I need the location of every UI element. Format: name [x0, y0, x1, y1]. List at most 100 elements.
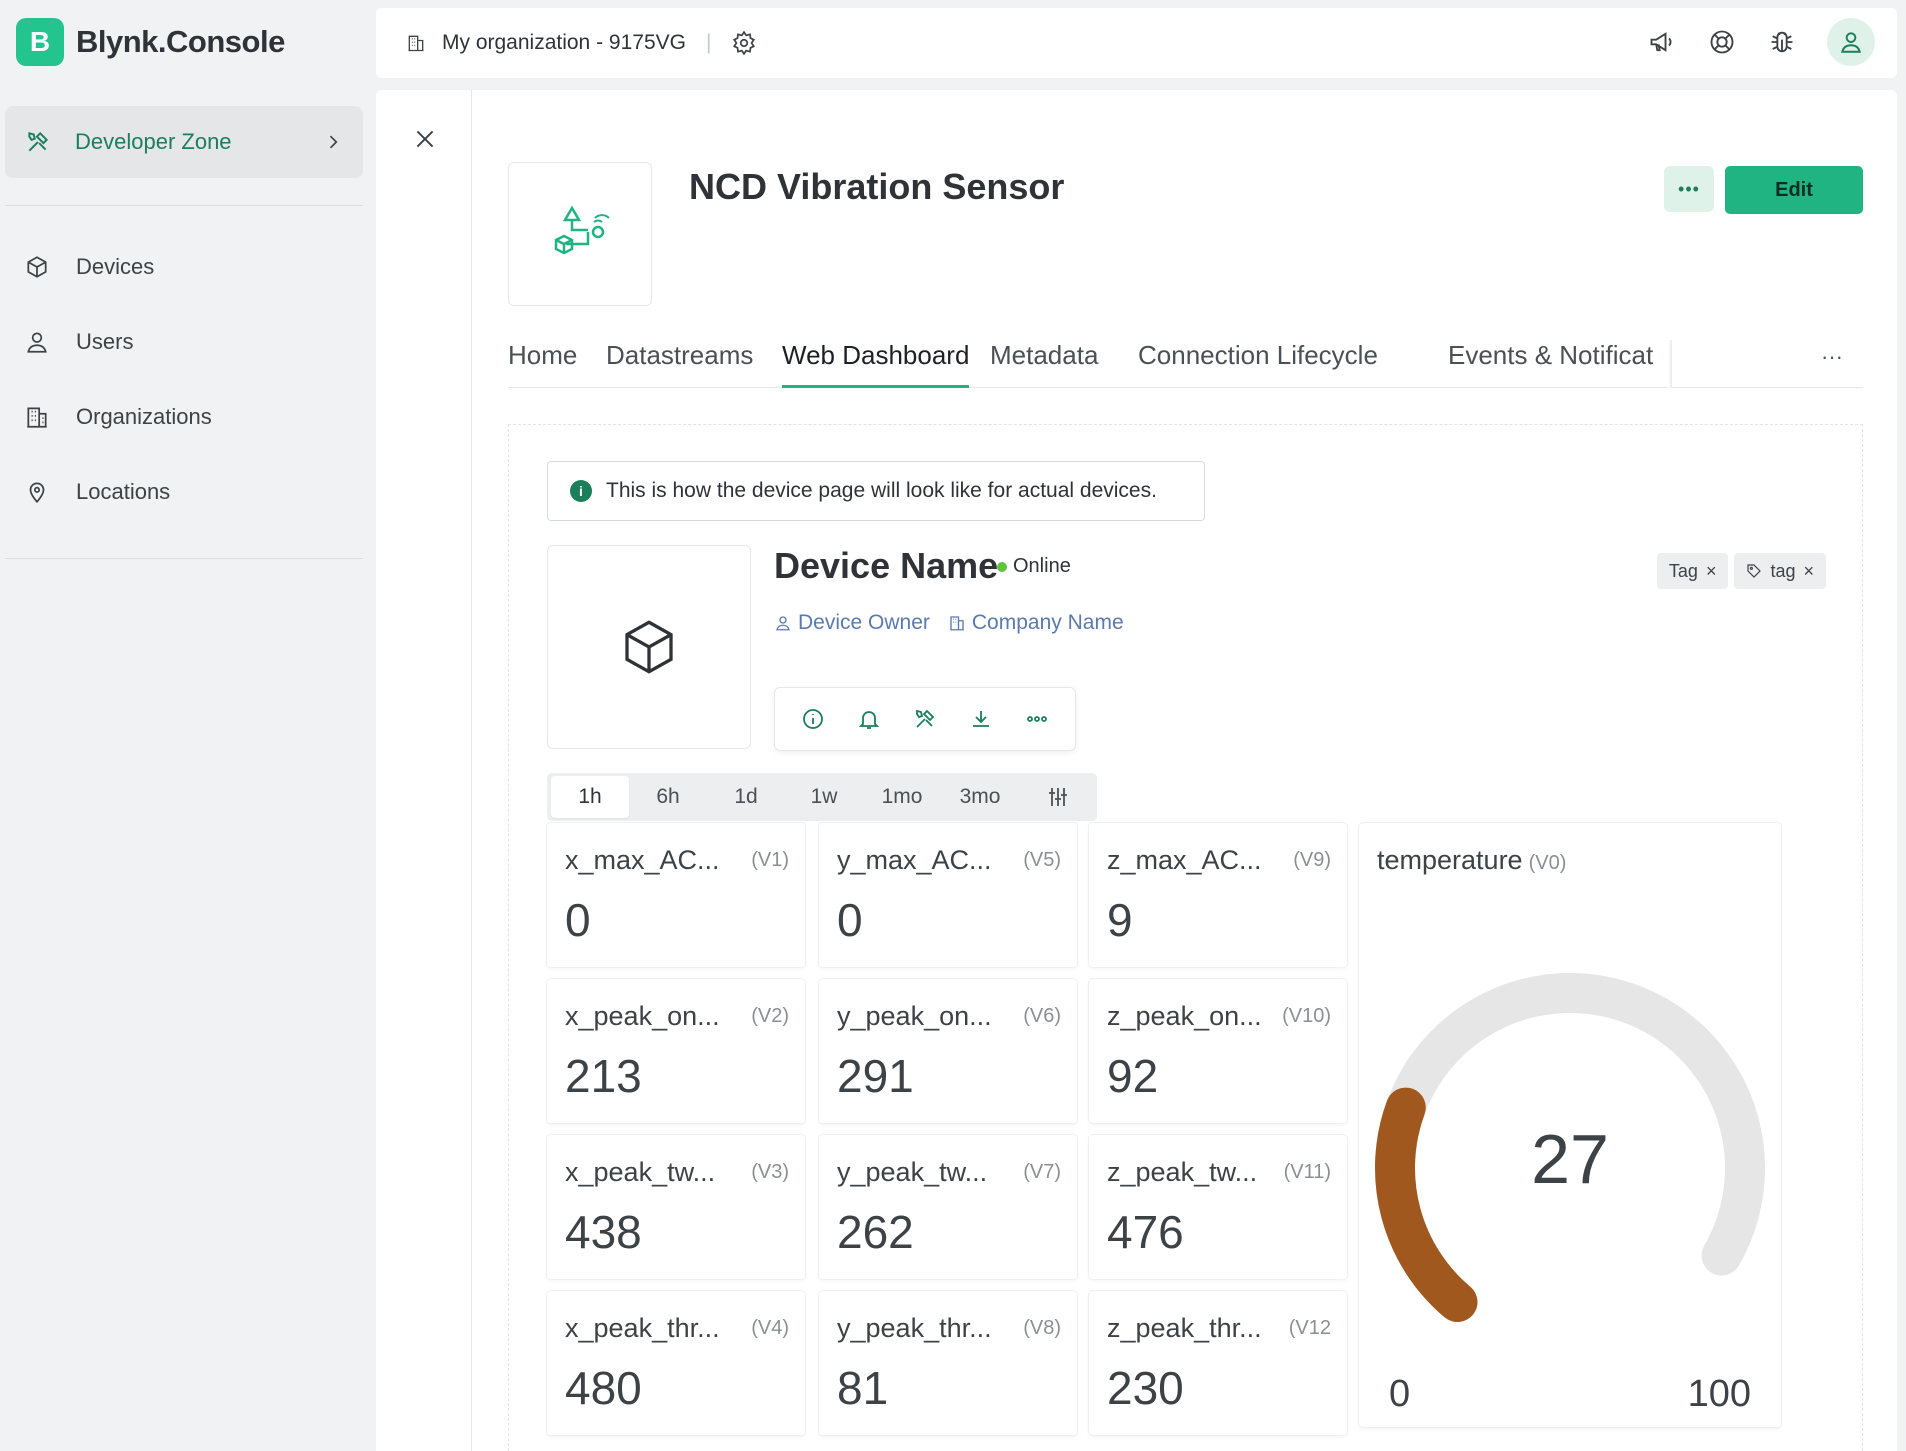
tile-value: 9 [1107, 894, 1133, 946]
device-actions [774, 687, 1076, 751]
tile-pin: (V10) [1282, 1005, 1331, 1027]
range-option-1d[interactable]: 1d [707, 773, 785, 821]
tile-name: z_peak_thr... [1107, 1313, 1262, 1343]
tile-name: z_max_AC... [1107, 845, 1262, 875]
building-icon [27, 407, 47, 428]
value-tile[interactable]: y_max_AC... (V5) 0 [819, 823, 1077, 967]
value-tile[interactable]: x_peak_thr... (V4) 480 [547, 1291, 805, 1435]
sidebar-item-label: Users [76, 329, 134, 354]
tab-events-notifications[interactable]: Events & Notificat [1448, 340, 1668, 388]
more-dots-icon[interactable] [1024, 706, 1050, 732]
value-tile[interactable]: z_peak_tw... (V11) 476 [1089, 1135, 1347, 1279]
device-image[interactable] [547, 545, 751, 749]
range-option-1mo[interactable]: 1mo [863, 773, 941, 821]
value-tile[interactable]: x_max_AC... (V1) 0 [547, 823, 805, 967]
topbar: My organization - 9175VG | [376, 8, 1897, 78]
topbar-actions [1647, 18, 1875, 66]
close-column [376, 90, 472, 1451]
device-owner-link[interactable]: Device Owner [774, 611, 930, 635]
bug-icon[interactable] [1767, 27, 1797, 57]
tile-pin: (V5) [1023, 849, 1061, 871]
organization-switcher[interactable]: My organization - 9175VG | [406, 8, 757, 78]
close-icon[interactable] [412, 126, 438, 152]
tab-connection-lifecycle[interactable]: Connection Lifecycle [1138, 340, 1378, 388]
info-icon[interactable] [800, 706, 826, 732]
value-tile[interactable]: x_peak_tw... (V3) 438 [547, 1135, 805, 1279]
page-title: NCD Vibration Sensor [689, 166, 1065, 207]
tab-home[interactable]: Home [508, 340, 577, 388]
value-tile[interactable]: y_peak_thr... (V8) 81 [819, 1291, 1077, 1435]
divider [5, 558, 363, 559]
gear-icon[interactable] [731, 30, 757, 56]
sidebar-item-organizations[interactable]: Organizations [24, 404, 212, 430]
value-tile[interactable]: y_peak_tw... (V7) 262 [819, 1135, 1077, 1279]
chevron-right-icon [329, 135, 338, 149]
tile-name: x_peak_thr... [565, 1313, 720, 1343]
building-icon [950, 616, 964, 631]
tab-datastreams[interactable]: Datastreams [606, 340, 753, 388]
value-tile[interactable]: z_peak_thr... (V12 230 [1089, 1291, 1347, 1435]
tile-pin: (V9) [1293, 849, 1331, 871]
value-tile[interactable]: z_max_AC... (V9) 9 [1089, 823, 1347, 967]
tile-value: 0 [837, 894, 863, 946]
sidebar-item-devices[interactable]: Devices [24, 254, 154, 280]
tile-name: z_peak_on... [1107, 1001, 1262, 1031]
cube-icon [27, 256, 47, 278]
value-tile[interactable]: x_peak_on... (V2) 213 [547, 979, 805, 1123]
status-text: Online [1013, 555, 1071, 577]
custom-range-icon[interactable] [1019, 773, 1097, 821]
range-option-6h[interactable]: 6h [629, 773, 707, 821]
company-name-label: Company Name [971, 611, 1124, 634]
device-name: Device Name [774, 545, 999, 586]
company-name-link[interactable]: Company Name [948, 611, 1124, 635]
tools-icon[interactable] [912, 706, 938, 732]
tab-metadata[interactable]: Metadata [990, 340, 1098, 388]
remove-tag-icon[interactable]: × [1803, 561, 1814, 582]
gauge-widget[interactable]: temperature (V0) 27 0 100 [1359, 823, 1781, 1427]
user-avatar-icon[interactable] [1827, 18, 1875, 66]
sidebar-item-locations[interactable]: Locations [24, 479, 170, 505]
template-image[interactable] [508, 162, 652, 306]
dashboard-preview: i This is how the device page will look … [508, 424, 1863, 1451]
logo[interactable]: B Blynk.Console [16, 18, 285, 66]
bell-icon[interactable] [856, 706, 882, 732]
time-range-selector: 1h 6h 1d 1w 1mo 3mo [547, 773, 1097, 821]
edit-button[interactable]: Edit [1725, 166, 1863, 214]
megaphone-icon[interactable] [1647, 27, 1677, 57]
tile-name: z_peak_tw... [1107, 1157, 1258, 1187]
tag-chip[interactable]: tag × [1734, 553, 1826, 589]
tile-value: 0 [565, 894, 591, 946]
tile-pin: (V12 [1288, 1317, 1331, 1339]
remove-tag-icon[interactable]: × [1706, 561, 1717, 582]
range-option-1w[interactable]: 1w [785, 773, 863, 821]
tile-name: y_peak_on... [837, 1001, 992, 1031]
value-tile[interactable]: y_peak_on... (V6) 291 [819, 979, 1077, 1123]
tile-name: x_max_AC... [565, 845, 720, 875]
sidebar-item-users[interactable]: Users [24, 329, 133, 355]
help-lifebuoy-icon[interactable] [1707, 27, 1737, 57]
logo-text: Blynk.Console [76, 24, 285, 59]
download-icon[interactable] [968, 706, 994, 732]
device-template-icon [554, 205, 610, 255]
value-tile[interactable]: z_peak_on... (V10) 92 [1089, 979, 1347, 1123]
tile-value: 480 [565, 1362, 642, 1414]
developer-zone-button[interactable]: Developer Zone [5, 106, 363, 178]
tile-pin: (V11) [1283, 1161, 1331, 1183]
tab-web-dashboard[interactable]: Web Dashboard [782, 340, 970, 388]
range-option-1h[interactable]: 1h [551, 776, 629, 818]
tile-pin: (V8) [1023, 1317, 1061, 1339]
tabs-more-icon[interactable]: ··· [1821, 344, 1843, 370]
tile-value: 476 [1107, 1206, 1184, 1258]
range-option-3mo[interactable]: 3mo [941, 773, 1019, 821]
tag-chip[interactable]: Tag × [1656, 553, 1729, 589]
sidebar: B Blynk.Console Developer Zone Devices U… [0, 0, 375, 1451]
logo-badge: B [16, 18, 64, 66]
developer-zone-label: Developer Zone [75, 129, 232, 154]
cube-icon [625, 620, 673, 674]
more-options-button[interactable]: ••• [1664, 166, 1714, 212]
info-icon: i [570, 480, 592, 502]
sidebar-item-label: Organizations [76, 404, 212, 429]
organization-name: My organization - 9175VG [442, 31, 686, 54]
building-icon [408, 35, 424, 52]
tile-name: x_peak_on... [565, 1001, 720, 1031]
